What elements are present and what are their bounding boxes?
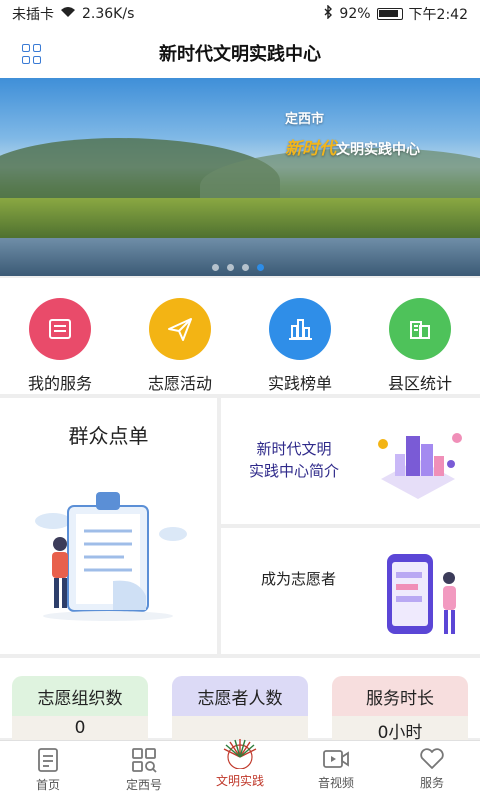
banner-title: 新时代文明实践中心 <box>285 134 420 159</box>
network-speed: 2.36K/s <box>82 6 135 22</box>
banner-city: 定西市 <box>285 112 325 127</box>
stat-service-hours[interactable]: 服务时长 0小时 <box>332 676 468 740</box>
card-intro-line2: 实践中心简介 <box>249 462 340 480</box>
sunburst-logo-icon <box>223 739 257 769</box>
battery-icon <box>376 8 403 20</box>
banner-highlight: 新时代 <box>285 139 336 159</box>
nav-audio-video[interactable]: 音视频 <box>288 741 384 800</box>
chart-bars-icon <box>269 298 331 360</box>
app-header: 新时代文明实践中心 <box>0 28 480 78</box>
stat-label: 志愿者人数 <box>172 676 308 716</box>
card-public-order[interactable]: 群众点单 <box>0 398 217 654</box>
quick-label: 县区统计 <box>387 374 452 393</box>
card-center-intro[interactable]: 新时代文明 实践中心简介 <box>221 398 480 524</box>
feature-cards: 群众点单 新时代文明 实践中心简介 成为志愿者 <box>0 398 480 654</box>
building-stats-icon <box>389 298 451 360</box>
sim-status: 未插卡 <box>12 7 54 23</box>
bottom-nav: 首页 定西号 文明实践 音视频 服务 <box>0 739 480 800</box>
carousel-dot-active[interactable] <box>257 264 264 271</box>
stat-label: 志愿组织数 <box>12 676 148 716</box>
quick-volunteer-activities[interactable]: 志愿活动 <box>120 278 240 394</box>
video-icon <box>323 750 349 768</box>
stat-organizations[interactable]: 志愿组织数 0 <box>12 676 148 740</box>
carousel-dot[interactable] <box>227 264 234 271</box>
nav-label: 音视频 <box>317 776 354 790</box>
page-title: 新时代文明实践中心 <box>159 44 321 65</box>
card-become-volunteer[interactable]: 成为志愿者 <box>221 528 480 654</box>
nav-label: 定西号 <box>125 778 162 792</box>
stat-value: 0小时 <box>332 716 468 740</box>
carousel-dot[interactable] <box>212 264 219 271</box>
banner-title-rest: 文明实践中心 <box>336 142 420 158</box>
wifi-icon <box>60 6 76 22</box>
carousel-dots <box>212 264 264 271</box>
document-icon <box>38 748 58 772</box>
quick-county-stats[interactable]: 县区统计 <box>360 278 480 394</box>
nav-label: 文明实践 <box>215 774 264 788</box>
nav-services[interactable]: 服务 <box>384 741 480 800</box>
card-intro-text: 新时代文明 实践中心简介 <box>249 438 339 482</box>
grid-search-icon <box>132 748 157 773</box>
quick-label: 实践榜单 <box>267 374 332 393</box>
quick-practice-ranking[interactable]: 实践榜单 <box>240 278 360 394</box>
app-screen: 未插卡 2.36K/s 92% 下午2:42 新时代文明实践中心 定西市 新时代… <box>0 0 480 800</box>
tray-icon <box>29 298 91 360</box>
clipboard-illustration <box>35 492 187 621</box>
bluetooth-icon <box>323 4 333 23</box>
phone-volunteer-illustration <box>387 554 456 634</box>
carousel-dot[interactable] <box>242 264 249 271</box>
quick-label: 我的服务 <box>27 374 92 393</box>
battery-percent: 92% <box>339 6 371 22</box>
heart-icon <box>420 748 444 769</box>
banner-field <box>0 198 480 238</box>
nav-dingxi[interactable]: 定西号 <box>96 741 192 800</box>
quick-label: 志愿活动 <box>147 374 212 393</box>
stat-value: 0 <box>12 716 148 740</box>
nav-civilization-practice[interactable]: 文明实践 <box>192 739 288 800</box>
quick-my-services[interactable]: 我的服务 <box>0 278 120 394</box>
stat-label: 服务时长 <box>332 676 468 716</box>
clock: 下午2:42 <box>408 7 468 23</box>
card-volunteer-text: 成为志愿者 <box>261 570 337 588</box>
nav-home[interactable]: 首页 <box>0 741 96 800</box>
quick-actions: 我的服务 志愿活动 实践榜单 县区统计 <box>0 278 480 394</box>
paper-plane-icon <box>149 298 211 360</box>
status-bar: 未插卡 2.36K/s 92% 下午2:42 <box>0 0 480 28</box>
card-intro-line1: 新时代文明 <box>256 440 332 458</box>
stats-panel: 志愿组织数 0 志愿者人数 服务时长 0小时 <box>0 658 480 740</box>
city-illustration <box>378 433 462 499</box>
banner-carousel[interactable]: 定西市 新时代文明实践中心 <box>0 78 480 276</box>
grid-menu-icon[interactable] <box>22 44 42 64</box>
card-title: 群众点单 <box>68 424 149 448</box>
nav-label: 服务 <box>419 776 444 790</box>
stat-volunteers[interactable]: 志愿者人数 <box>172 676 308 740</box>
nav-label: 首页 <box>35 778 60 792</box>
